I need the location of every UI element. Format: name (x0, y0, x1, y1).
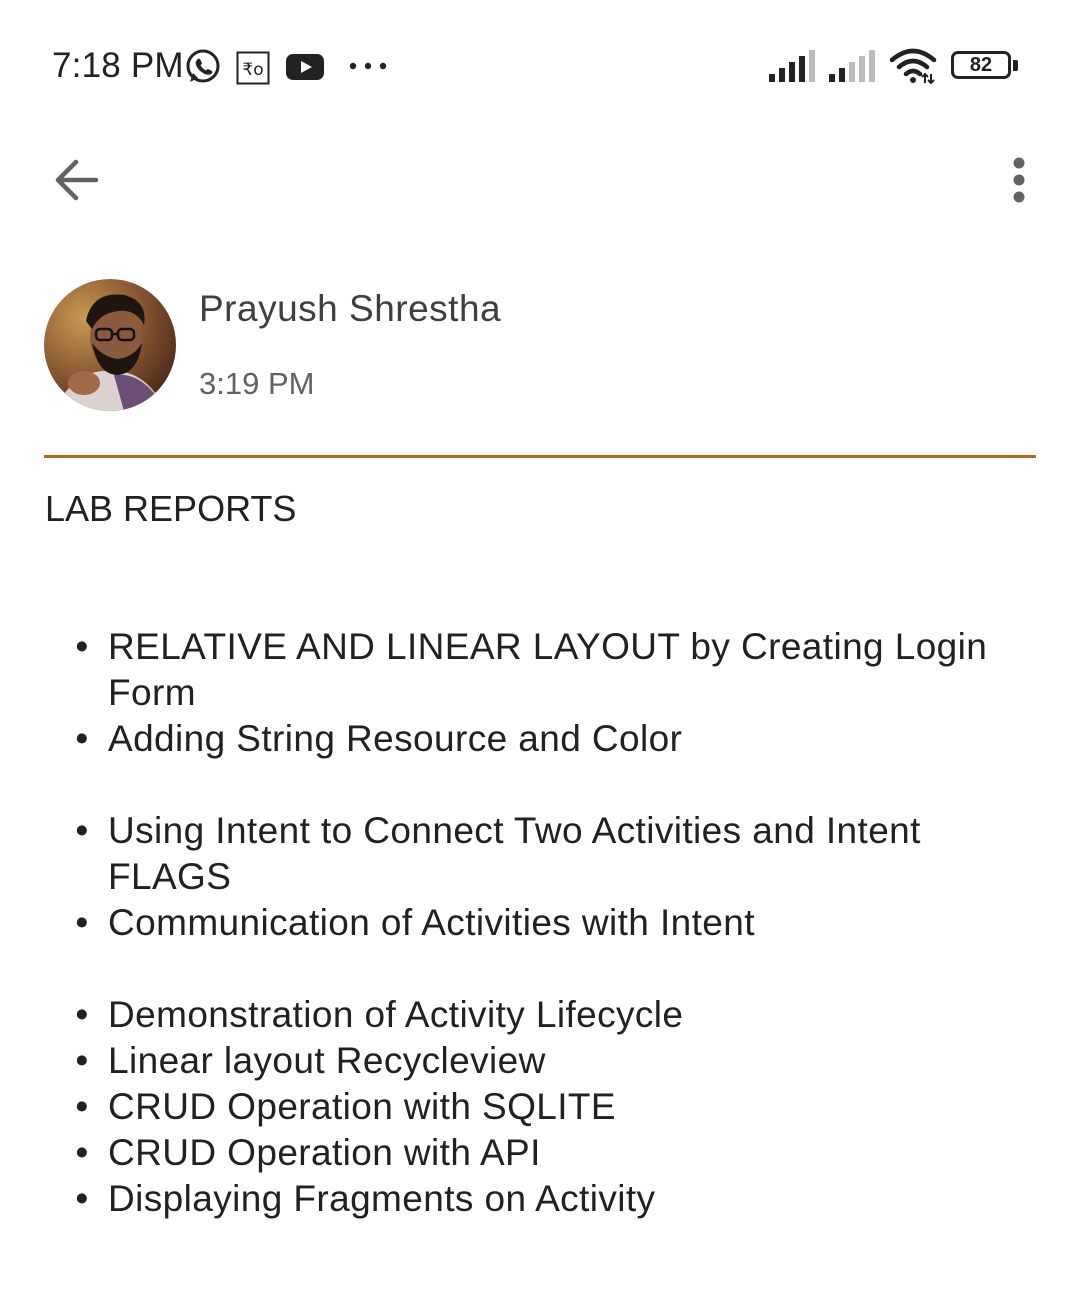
bullet-icon: • (75, 1178, 89, 1219)
battery-level: 82 (969, 54, 993, 76)
list-item: • CRUD Operation with SQLITE (72, 1084, 1012, 1130)
list-item-text: Demonstration of Activity Lifecycle (108, 994, 684, 1035)
sender-avatar[interactable] (44, 279, 176, 411)
back-button[interactable] (44, 148, 108, 212)
list-item: • Communication of Activities with Inten… (72, 900, 1012, 946)
list-item-text: CRUD Operation with SQLITE (108, 1086, 617, 1127)
status-bar: 7:18 PM ₹o 82 (0, 0, 1080, 130)
list-item: • CRUD Operation with API (72, 1130, 1012, 1176)
list-item: • Adding String Resource and Color (72, 716, 1012, 762)
list-item-text: Adding String Resource and Color (108, 718, 683, 759)
wifi-icon (889, 48, 937, 84)
bullet-icon: • (75, 718, 89, 759)
list-item-text: CRUD Operation with API (108, 1132, 541, 1173)
bullet-icon: • (75, 994, 89, 1035)
rupee-icon: ₹o (236, 51, 270, 85)
svg-text:₹o: ₹o (242, 60, 263, 80)
whatsapp-icon (186, 49, 220, 83)
list-item-text: Linear layout Recycleview (108, 1040, 546, 1081)
message-subject: LAB REPORTS (45, 488, 297, 529)
signal-sim2-icon (829, 50, 875, 82)
avatar-photo (44, 279, 176, 411)
more-notifications-icon (349, 62, 387, 70)
list-item-text: Displaying Fragments on Activity (108, 1178, 656, 1219)
list-item: • Using Intent to Connect Two Activities… (72, 808, 1012, 900)
battery-cap (1013, 60, 1018, 71)
bullet-icon: • (75, 902, 89, 943)
more-vert-icon (1013, 157, 1025, 203)
bullet-icon: • (75, 1132, 89, 1173)
arrow-left-icon (55, 159, 99, 201)
list-item: • Linear layout Recycleview (72, 1038, 1012, 1084)
list-item-text: RELATIVE AND LINEAR LAYOUT by Creating L… (108, 626, 988, 713)
bullet-icon: • (75, 810, 89, 851)
status-time: 7:18 PM (52, 46, 184, 85)
list-item: • Displaying Fragments on Activity (72, 1176, 1012, 1222)
signal-sim1-icon (769, 50, 815, 82)
list-item-text: Communication of Activities with Intent (108, 902, 755, 943)
list-item: • RELATIVE AND LINEAR LAYOUT by Creating… (72, 624, 1012, 716)
list-item-text: Using Intent to Connect Two Activities a… (108, 810, 921, 897)
sender-name: Prayush Shrestha (199, 288, 502, 329)
header-divider (44, 455, 1036, 458)
bullet-icon: • (75, 1040, 89, 1081)
youtube-icon (286, 54, 324, 80)
list-item: • Demonstration of Activity Lifecycle (72, 992, 1012, 1038)
sent-time: 3:19 PM (199, 366, 315, 401)
more-options-button[interactable] (990, 148, 1048, 212)
bullet-icon: • (75, 1086, 89, 1127)
bullet-icon: • (75, 626, 89, 667)
